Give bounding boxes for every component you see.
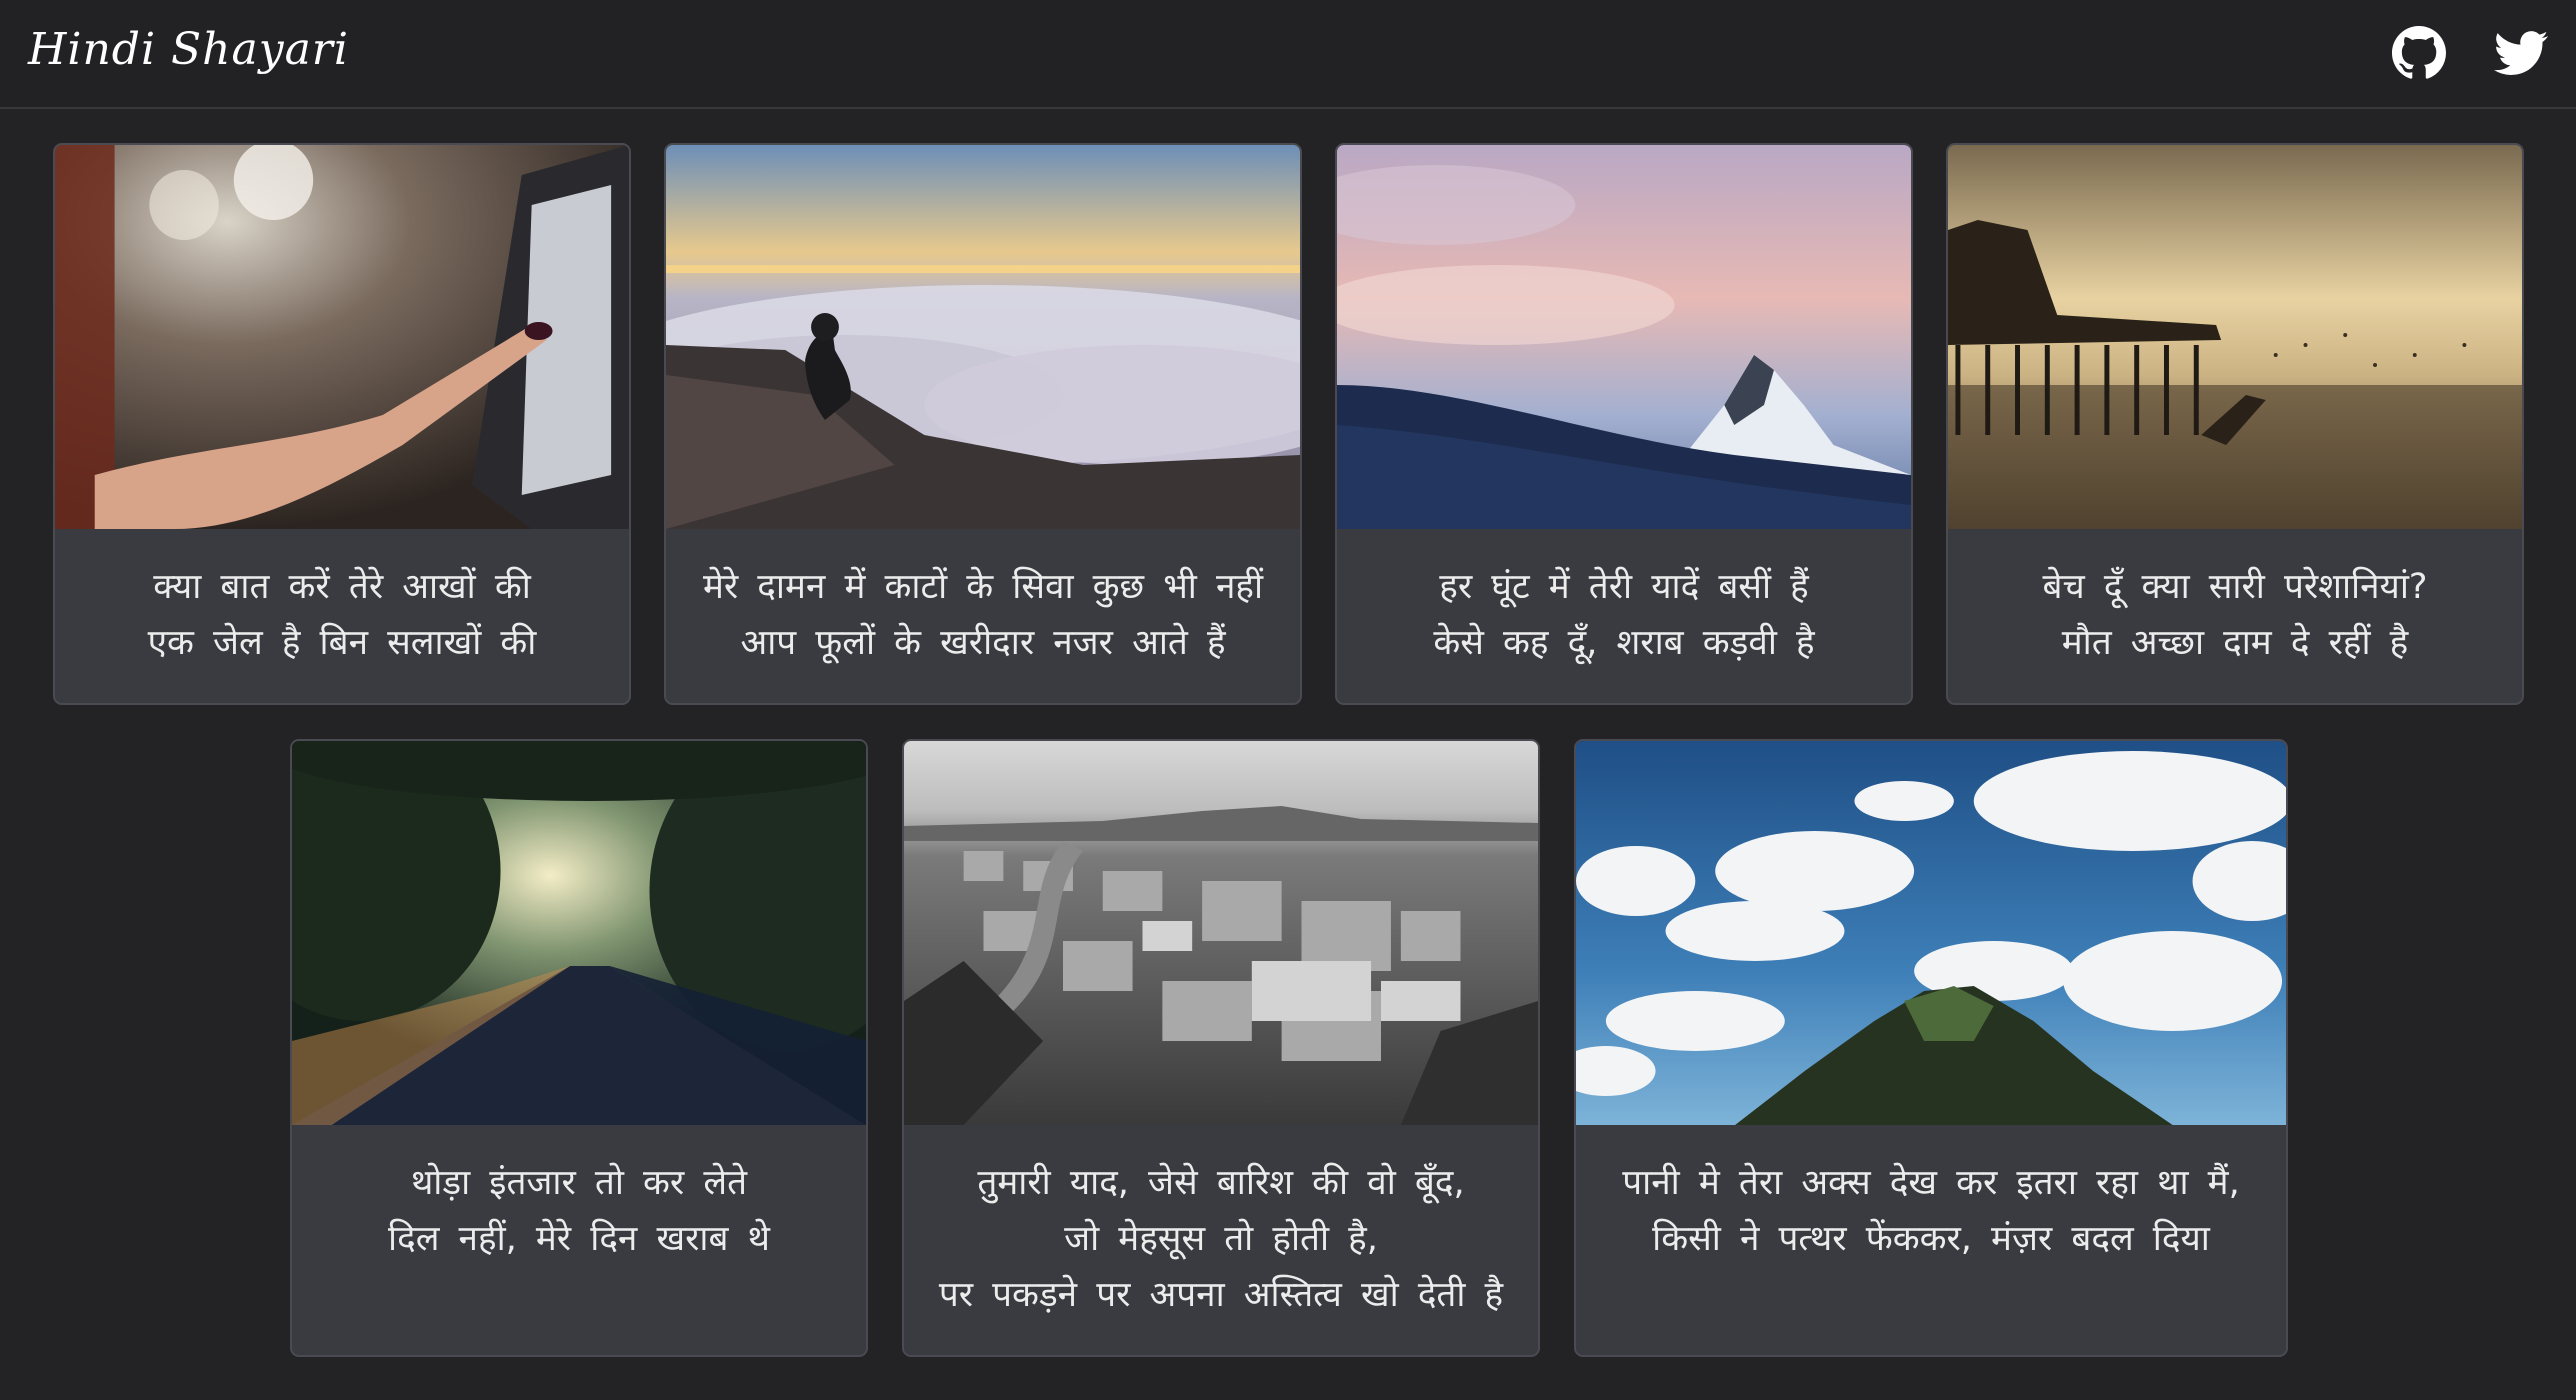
card-image <box>292 741 866 1125</box>
shayari-text: बेच दूँ क्या सारी परेशानियां? मौत अच्छा … <box>1948 529 2522 703</box>
shayari-card[interactable]: थोड़ा इंतजार तो कर लेते दिल नहीं, मेरे द… <box>290 739 868 1357</box>
shayari-line: मौत अच्छा दाम दे रहीं है <box>2061 623 2409 663</box>
shayari-text: तुमारी याद, जेसे बारिश की वो बूँद, जो मे… <box>904 1125 1538 1355</box>
shayari-line: हर घूंट में तेरी यादें बसीं हैं <box>1439 567 1809 607</box>
shayari-line: दिल नहीं, मेरे दिन खराब थे <box>388 1219 770 1259</box>
shayari-line: क्या बात करें तेरे आखों की <box>153 567 531 607</box>
shayari-card[interactable]: मेरे दामन में काटों के सिवा कुछ भी नहीं … <box>664 143 1302 705</box>
shayari-text: क्या बात करें तेरे आखों की एक जेल है बिन… <box>55 529 629 703</box>
github-icon[interactable] <box>2392 26 2446 80</box>
shayari-text: पानी मे तेरा अक्स देख कर इतरा रहा था मैं… <box>1576 1125 2286 1355</box>
shayari-line: आप फूलों के खरीदार नजर आते हैं <box>740 623 1226 663</box>
shayari-line: केसे कह दूँ, शराब कड़वी है <box>1433 623 1815 663</box>
shayari-card[interactable]: हर घूंट में तेरी यादें बसीं हैं केसे कह … <box>1335 143 1913 705</box>
card-image <box>1337 145 1911 529</box>
shayari-text: हर घूंट में तेरी यादें बसीं हैं केसे कह … <box>1337 529 1911 703</box>
shayari-text: मेरे दामन में काटों के सिवा कुछ भी नहीं … <box>666 529 1300 703</box>
card-image <box>1948 145 2522 529</box>
shayari-line: पानी मे तेरा अक्स देख कर इतरा रहा था मैं… <box>1622 1163 2240 1203</box>
card-image <box>55 145 629 529</box>
social-links <box>2392 26 2548 80</box>
shayari-line: बेच दूँ क्या सारी परेशानियां? <box>2042 567 2428 607</box>
shayari-card[interactable]: बेच दूँ क्या सारी परेशानियां? मौत अच्छा … <box>1946 143 2524 705</box>
shayari-card[interactable]: तुमारी याद, जेसे बारिश की वो बूँद, जो मे… <box>902 739 1540 1357</box>
shayari-line: जो मेहसूस तो होती है, <box>1064 1219 1378 1259</box>
shayari-line: पर पकड़ने पर अपना अस्तित्व खो देती है <box>938 1275 1504 1315</box>
shayari-card[interactable]: पानी मे तेरा अक्स देख कर इतरा रहा था मैं… <box>1574 739 2288 1357</box>
shayari-line: किसी ने पत्थर फेंककर, मंज़र बदल दिया <box>1652 1219 2210 1259</box>
card-image <box>904 741 1538 1125</box>
twitter-icon[interactable] <box>2494 26 2548 80</box>
shayari-line: एक जेल है बिन सलाखों की <box>147 623 537 663</box>
card-image <box>1576 741 2286 1125</box>
shayari-card[interactable]: क्या बात करें तेरे आखों की एक जेल है बिन… <box>53 143 631 705</box>
card-image <box>666 145 1300 529</box>
shayari-line: थोड़ा इंतजार तो कर लेते <box>410 1163 748 1203</box>
navbar: Hindi Shayari <box>0 0 2576 109</box>
brand-title[interactable]: Hindi Shayari <box>28 24 349 75</box>
shayari-line: तुमारी याद, जेसे बारिश की वो बूँद, <box>977 1163 1465 1203</box>
shayari-line: मेरे दामन में काटों के सिवा कुछ भी नहीं <box>702 567 1264 607</box>
shayari-text: थोड़ा इंतजार तो कर लेते दिल नहीं, मेरे द… <box>292 1125 866 1355</box>
